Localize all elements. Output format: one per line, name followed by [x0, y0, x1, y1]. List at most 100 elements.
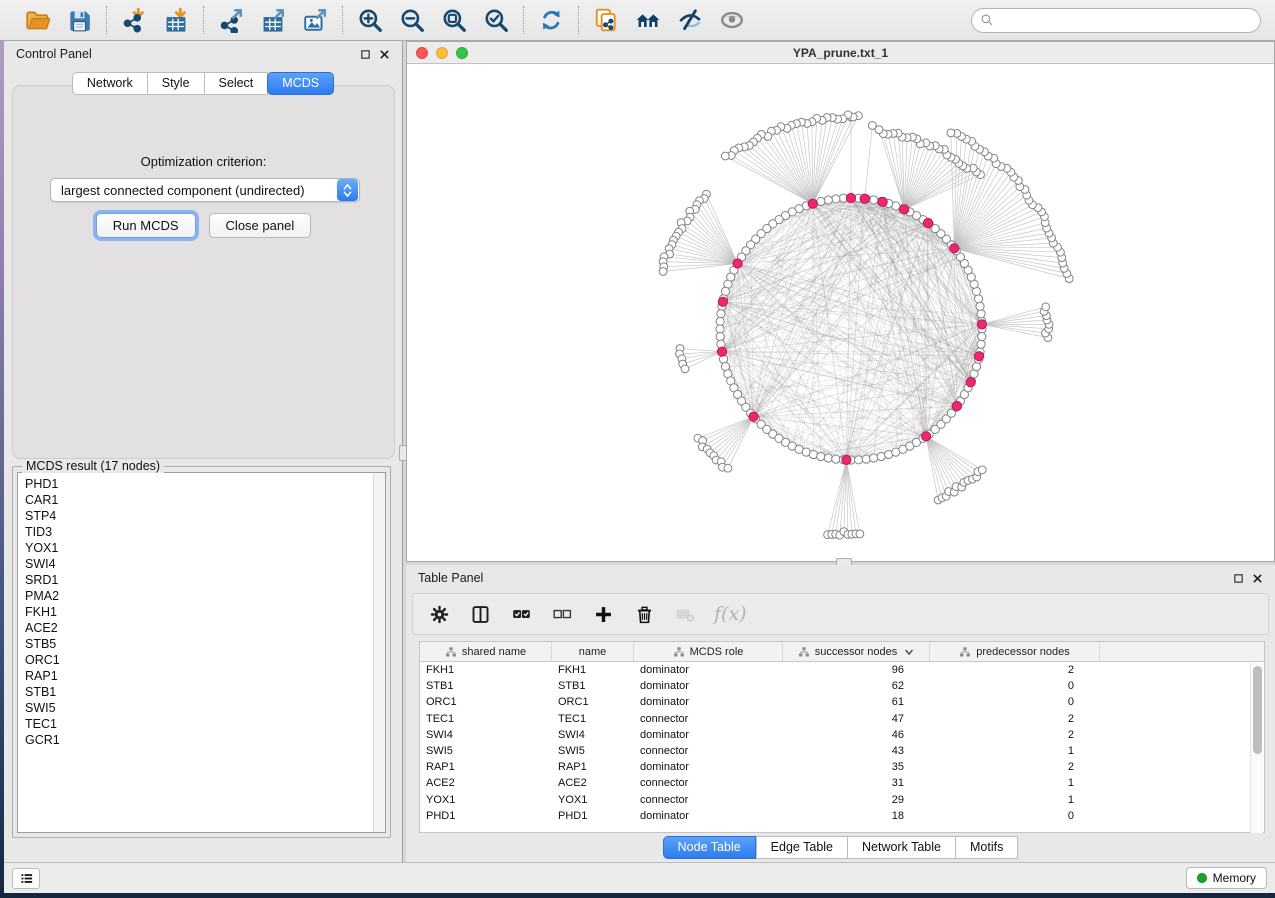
- network-node[interactable]: [659, 268, 667, 276]
- table-row[interactable]: RAP1RAP1dominator352: [420, 759, 1264, 775]
- network-node[interactable]: [862, 455, 870, 463]
- settings-gear-button[interactable]: [427, 602, 451, 626]
- network-node-selected[interactable]: [922, 432, 931, 441]
- new-network-from-selection-button[interactable]: [588, 5, 624, 35]
- network-node-selected[interactable]: [878, 197, 887, 206]
- delete-entry-button[interactable]: [632, 602, 656, 626]
- tab-network-table[interactable]: Network Table: [847, 836, 955, 859]
- mcds-result-item[interactable]: SWI4: [25, 556, 378, 572]
- mcds-result-item[interactable]: PMA2: [25, 588, 378, 604]
- network-node[interactable]: [978, 466, 986, 474]
- column-header-shared-name[interactable]: shared name: [420, 642, 552, 661]
- network-node[interactable]: [817, 197, 825, 205]
- network-node[interactable]: [870, 454, 878, 462]
- network-node-selected[interactable]: [900, 205, 909, 214]
- network-node[interactable]: [832, 195, 840, 203]
- network-node[interactable]: [817, 452, 825, 460]
- tab-node-table[interactable]: Node Table: [663, 836, 756, 859]
- network-node-selected[interactable]: [808, 199, 817, 208]
- mcds-result-item[interactable]: ORC1: [25, 652, 378, 668]
- network-node[interactable]: [974, 295, 982, 303]
- mcds-result-item[interactable]: ACE2: [25, 620, 378, 636]
- first-neighbors-button[interactable]: [630, 5, 666, 35]
- zoom-selected-button[interactable]: [478, 5, 514, 35]
- search-box[interactable]: [971, 8, 1261, 33]
- tab-mcds[interactable]: MCDS: [267, 72, 334, 95]
- column-header-successor-nodes[interactable]: successor nodes: [783, 642, 930, 661]
- network-node[interactable]: [716, 325, 724, 333]
- network-node-selected[interactable]: [749, 412, 758, 421]
- network-node-selected[interactable]: [966, 378, 975, 387]
- network-node[interactable]: [877, 452, 885, 460]
- mcds-result-item[interactable]: STB5: [25, 636, 378, 652]
- network-node-selected[interactable]: [975, 352, 984, 361]
- search-input[interactable]: [1000, 13, 1252, 27]
- refresh-view-button[interactable]: [533, 5, 569, 35]
- scrollbar-thumb[interactable]: [1253, 666, 1262, 754]
- network-node-selected[interactable]: [717, 347, 726, 356]
- close-panel-button[interactable]: Close panel: [209, 213, 312, 238]
- network-node-selected[interactable]: [950, 244, 959, 253]
- network-node[interactable]: [809, 450, 817, 458]
- tab-motifs[interactable]: Motifs: [955, 836, 1018, 859]
- network-node[interactable]: [721, 287, 729, 295]
- task-history-button[interactable]: [12, 868, 40, 889]
- table-row[interactable]: PHD1PHD1dominator180: [420, 808, 1264, 824]
- mcds-list-scrollbar[interactable]: [373, 473, 385, 832]
- hide-selected-button[interactable]: [672, 5, 708, 35]
- toggle-columns-button[interactable]: [468, 602, 492, 626]
- network-node-selected[interactable]: [952, 401, 961, 410]
- network-node-selected[interactable]: [846, 193, 855, 202]
- table-row[interactable]: ORC1ORC1dominator610: [420, 694, 1264, 710]
- network-canvas[interactable]: [407, 64, 1274, 561]
- add-entry-button[interactable]: [591, 602, 615, 626]
- mcds-result-item[interactable]: FKH1: [25, 604, 378, 620]
- network-node-selected[interactable]: [923, 218, 932, 227]
- network-node[interactable]: [824, 196, 832, 204]
- mcds-result-item[interactable]: PHD1: [25, 476, 378, 492]
- export-network-button[interactable]: [213, 5, 249, 35]
- network-node[interactable]: [978, 333, 986, 341]
- mcds-result-item[interactable]: SWI5: [25, 700, 378, 716]
- mcds-result-item[interactable]: STP4: [25, 508, 378, 524]
- network-node[interactable]: [870, 196, 878, 204]
- network-node[interactable]: [681, 365, 689, 373]
- close-panel-icon[interactable]: [379, 49, 390, 60]
- column-header-predecessor-nodes[interactable]: predecessor nodes: [930, 642, 1100, 661]
- close-panel-icon[interactable]: [1252, 573, 1263, 584]
- deselect-all-button[interactable]: [550, 602, 574, 626]
- tab-edge-table[interactable]: Edge Table: [756, 836, 847, 859]
- network-window-titlebar[interactable]: YPA_prune.txt_1: [407, 42, 1274, 64]
- mcds-result-item[interactable]: CAR1: [25, 492, 378, 508]
- table-row[interactable]: TEC1TEC1connector472: [420, 711, 1264, 727]
- network-node[interactable]: [716, 317, 724, 325]
- table-row[interactable]: SWI4SWI4dominator462: [420, 727, 1264, 743]
- network-node[interactable]: [1042, 303, 1050, 311]
- export-image-button[interactable]: [297, 5, 333, 35]
- table-scrollbar[interactable]: [1250, 663, 1263, 833]
- tab-select[interactable]: Select: [204, 72, 269, 95]
- network-node[interactable]: [721, 152, 729, 160]
- mcds-result-item[interactable]: SRD1: [25, 572, 378, 588]
- network-node[interactable]: [832, 455, 840, 463]
- network-node-selected[interactable]: [733, 259, 742, 268]
- network-node[interactable]: [977, 310, 985, 318]
- network-node[interactable]: [869, 122, 877, 130]
- zoom-fit-button[interactable]: [436, 5, 472, 35]
- network-node-selected[interactable]: [977, 320, 986, 329]
- network-node[interactable]: [976, 302, 984, 310]
- mcds-result-item[interactable]: RAP1: [25, 668, 378, 684]
- run-mcds-button[interactable]: Run MCDS: [96, 213, 196, 238]
- column-header-name[interactable]: name: [552, 642, 634, 661]
- open-session-button[interactable]: [19, 5, 55, 35]
- tab-style[interactable]: Style: [147, 72, 204, 95]
- column-header-MCDS-role[interactable]: MCDS role: [634, 642, 783, 661]
- tab-network[interactable]: Network: [72, 72, 147, 95]
- memory-button[interactable]: Memory: [1186, 867, 1267, 889]
- network-node[interactable]: [717, 310, 725, 318]
- network-node[interactable]: [947, 129, 955, 137]
- network-node[interactable]: [855, 456, 863, 464]
- export-table-button[interactable]: [255, 5, 291, 35]
- save-session-button[interactable]: [61, 5, 97, 35]
- network-node-selected[interactable]: [860, 194, 869, 203]
